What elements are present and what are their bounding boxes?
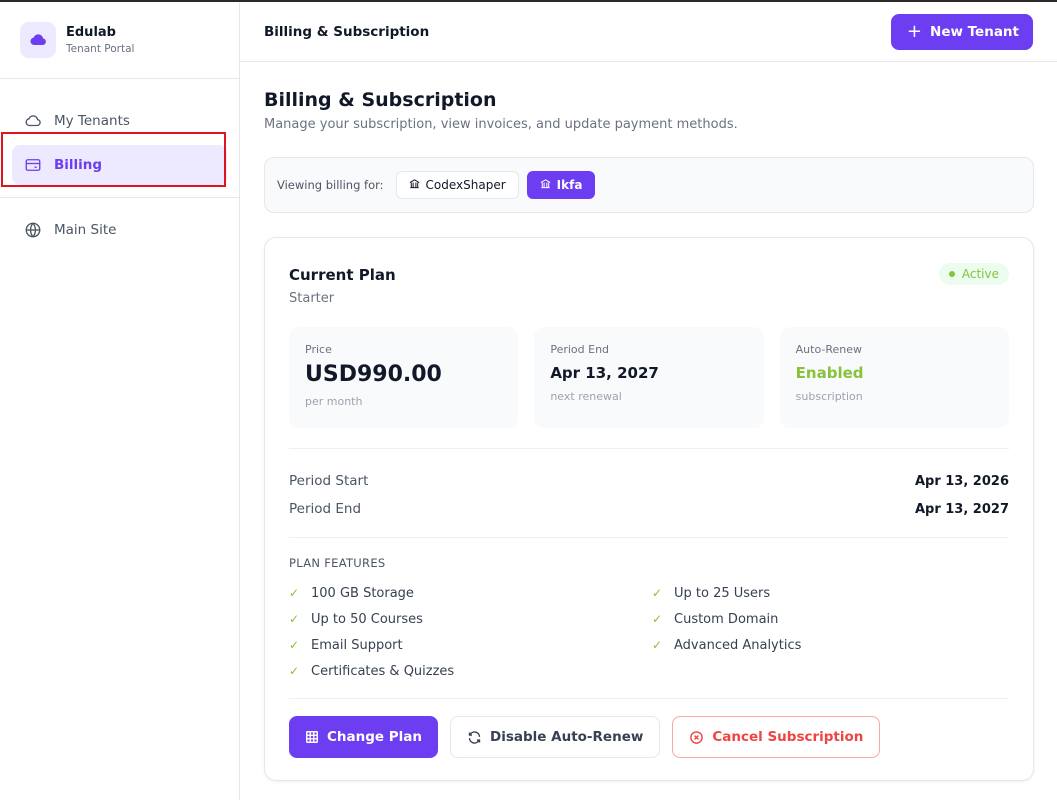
cloud-logo-icon [20, 22, 56, 58]
status-badge: Active [938, 263, 1009, 285]
new-tenant-label: New Tenant [930, 24, 1019, 40]
period-end-row: Period End Apr 13, 2027 [289, 495, 1009, 523]
brand-name: Edulab [66, 25, 116, 40]
plan-actions: Change Plan Disable Auto-Renew Cancel Su… [289, 698, 1009, 758]
feature-item: ✓ Up to 25 Users [652, 580, 1015, 606]
plan-name: Starter [289, 291, 335, 306]
change-plan-label: Change Plan [327, 729, 423, 745]
feature-label: Custom Domain [674, 611, 779, 627]
breadcrumb: Billing & Subscription [264, 23, 430, 40]
page-title: Billing & Subscription [264, 89, 497, 111]
period-end-sub: next renewal [550, 390, 622, 403]
current-plan-title: Current Plan [289, 266, 396, 284]
price-value: USD990.00 [305, 362, 442, 387]
feature-label: Up to 50 Courses [311, 611, 423, 627]
building-icon [540, 178, 551, 192]
highlight-box [1, 132, 226, 187]
price-stat: Price USD990.00 per month [289, 327, 519, 428]
period-end-stat: Period End Apr 13, 2027 next renewal [534, 327, 764, 428]
feature-item: ✓ Certificates & Quizzes [289, 658, 652, 684]
change-plan-button[interactable]: Change Plan [289, 716, 439, 758]
sidebar-item-label: My Tenants [54, 113, 130, 129]
cancel-subscription-button[interactable]: Cancel Subscription [672, 716, 881, 758]
page-subtitle: Manage your subscription, view invoices,… [264, 117, 738, 132]
feature-label: 100 GB Storage [311, 585, 414, 601]
feature-item: ✓ Advanced Analytics [652, 632, 1015, 658]
period-start-row: Period Start Apr 13, 2026 [289, 467, 1009, 495]
feature-item: ✓ Email Support [289, 632, 652, 658]
plan-stats: Price USD990.00 per month Period End Apr… [289, 327, 1009, 428]
globe-icon [24, 221, 42, 239]
auto-renew-value: Enabled [795, 364, 864, 382]
period-details: Period Start Apr 13, 2026 Period End Apr… [289, 448, 1009, 523]
main-content: Billing & Subscription Manage your subsc… [264, 62, 1034, 781]
refresh-icon [467, 730, 482, 745]
auto-renew-label: Auto-Renew [795, 343, 863, 356]
cloud-icon [24, 112, 42, 130]
plan-features: PLAN FEATURES ✓ 100 GB Storage ✓ Up to 25 … [289, 537, 1009, 684]
feature-label: Certificates & Quizzes [311, 663, 455, 679]
period-start-label: Period Start [289, 473, 369, 489]
sidebar-divider [0, 197, 239, 198]
disable-auto-renew-label: Disable Auto-Renew [490, 729, 644, 745]
check-icon: ✓ [652, 586, 663, 600]
current-plan-card: Current Plan Starter Active Price USD990… [264, 237, 1034, 781]
tenant-chip-label: Ikfa [556, 178, 583, 192]
check-icon: ✓ [652, 638, 663, 652]
tenant-selector-label: Viewing billing for: [277, 178, 384, 192]
auto-renew-sub: subscription [795, 390, 863, 403]
tenant-chip-label: CodexShaper [425, 178, 506, 192]
building-icon [409, 178, 420, 192]
period-end-value: Apr 13, 2027 [550, 364, 659, 382]
check-icon: ✓ [289, 638, 300, 652]
feature-item: ✓ Up to 50 Courses [289, 606, 652, 632]
feature-label: Up to 25 Users [674, 585, 771, 601]
feature-label: Advanced Analytics [674, 637, 802, 653]
check-icon: ✓ [289, 586, 300, 600]
brand[interactable]: Edulab Tenant Portal [0, 2, 239, 79]
check-icon: ✓ [289, 664, 300, 678]
sidebar: Edulab Tenant Portal My Tenants Billing … [0, 2, 240, 800]
tenant-selector: Viewing billing for: CodexShaper Ikfa [264, 157, 1034, 213]
grid-icon [305, 730, 319, 744]
tenant-chip-codexshaper[interactable]: CodexShaper [395, 171, 519, 199]
period-end-row-label: Period End [289, 501, 362, 517]
feature-item: ✓ 100 GB Storage [289, 580, 652, 606]
auto-renew-stat: Auto-Renew Enabled subscription [779, 327, 1009, 428]
new-tenant-button[interactable]: + New Tenant [890, 14, 1033, 50]
period-end-row-value: Apr 13, 2027 [914, 501, 1009, 517]
x-circle-icon [689, 730, 704, 745]
brand-subtitle: Tenant Portal [66, 43, 135, 55]
check-icon: ✓ [289, 612, 300, 626]
feature-item: ✓ Custom Domain [652, 606, 1015, 632]
period-start-value: Apr 13, 2026 [914, 473, 1009, 489]
plan-features-title: PLAN FEATURES [289, 556, 386, 570]
status-badge-label: Active [961, 267, 999, 281]
price-label: Price [305, 343, 332, 356]
period-end-label: Period End [550, 343, 610, 356]
tenant-chip-ikfa[interactable]: Ikfa [526, 171, 596, 199]
topbar: Billing & Subscription + New Tenant [240, 2, 1057, 62]
price-sub: per month [305, 395, 363, 408]
feature-label: Email Support [311, 637, 403, 653]
sidebar-item-label: Main Site [54, 222, 117, 238]
status-dot-icon [948, 271, 955, 277]
cancel-subscription-label: Cancel Subscription [712, 729, 864, 745]
check-icon: ✓ [652, 612, 663, 626]
disable-auto-renew-button[interactable]: Disable Auto-Renew [450, 716, 661, 758]
features-list: ✓ 100 GB Storage ✓ Up to 25 Users ✓ Up to 5… [289, 580, 1009, 684]
plus-icon: + [906, 21, 923, 42]
sidebar-item-main-site[interactable]: Main Site [12, 210, 227, 250]
